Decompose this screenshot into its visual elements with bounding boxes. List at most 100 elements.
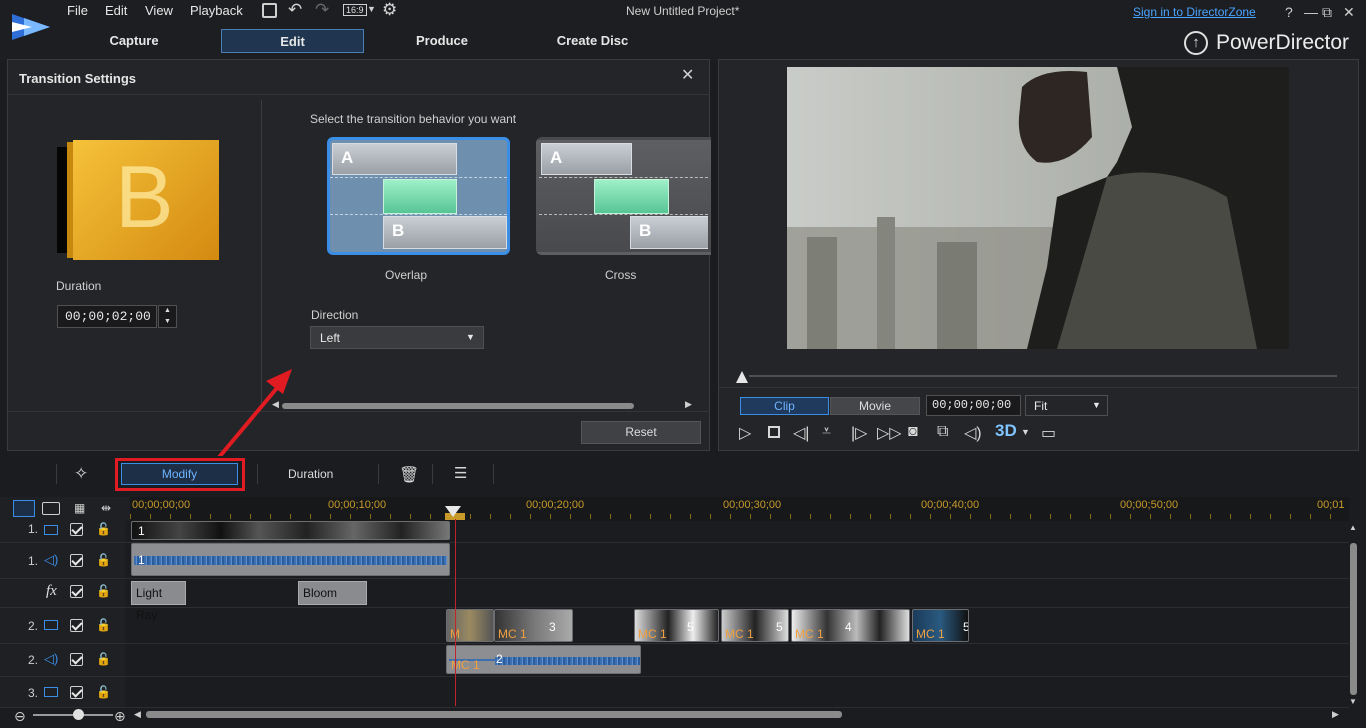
tab-edit[interactable]: Edit bbox=[221, 29, 364, 53]
scroll-down-icon[interactable]: ▼ bbox=[1349, 697, 1357, 706]
stop-icon[interactable] bbox=[768, 426, 780, 438]
unlock-icon[interactable]: 🔓 bbox=[96, 522, 111, 536]
fx-clip-light-ray[interactable]: Light Ray bbox=[131, 581, 186, 622]
modify-button[interactable]: Modify bbox=[121, 463, 238, 485]
split-icon[interactable]: ⩡ bbox=[822, 423, 831, 441]
play-icon[interactable]: ▷ bbox=[739, 423, 751, 443]
mc-clip[interactable]: MC 1 4 bbox=[791, 609, 910, 642]
menu-file[interactable]: File bbox=[67, 3, 88, 18]
direction-select[interactable]: Left ▼ bbox=[310, 326, 484, 349]
chevron-down-icon[interactable]: ▼ bbox=[367, 4, 376, 14]
fast-forward-icon[interactable]: ▷▷ bbox=[877, 423, 902, 443]
track-enable-checkbox[interactable] bbox=[70, 523, 83, 536]
snapshot-camera-icon[interactable]: ◙ bbox=[908, 423, 918, 441]
track-enable-checkbox[interactable] bbox=[70, 585, 83, 598]
duration-input[interactable]: 00;00;02;00 bbox=[57, 305, 157, 328]
trash-icon[interactable]: 🗑 bbox=[399, 465, 419, 485]
track-enable-checkbox[interactable] bbox=[70, 653, 83, 666]
track-enable-checkbox[interactable] bbox=[70, 554, 83, 567]
tab-capture[interactable]: Capture bbox=[94, 29, 174, 53]
track-manager-icon[interactable]: ▦ bbox=[74, 501, 85, 515]
aspect-ratio-button[interactable]: 16:9 bbox=[343, 4, 367, 16]
duration-stepper[interactable]: ▲ ▼ bbox=[158, 305, 177, 328]
track-enable-checkbox[interactable] bbox=[70, 619, 83, 632]
horizontal-scrollbar[interactable]: ◀ ▶ bbox=[270, 399, 697, 411]
playhead-handle[interactable] bbox=[445, 506, 461, 517]
zoom-select[interactable]: Fit ▼ bbox=[1025, 395, 1108, 416]
close-icon[interactable]: ✕ bbox=[681, 65, 694, 85]
cross-label: Cross bbox=[605, 268, 637, 282]
volume-icon[interactable]: ◁) bbox=[964, 423, 982, 443]
chevron-down-icon[interactable]: ▼ bbox=[1021, 427, 1030, 437]
scroll-thumb[interactable] bbox=[282, 403, 634, 409]
app-logo-icon[interactable] bbox=[12, 14, 50, 40]
scroll-left-icon[interactable]: ◀ bbox=[134, 709, 141, 720]
mc-clip-first[interactable]: M bbox=[446, 609, 494, 642]
scroll-right-icon[interactable]: ▶ bbox=[1332, 709, 1339, 720]
playback-slider-handle[interactable] bbox=[736, 371, 748, 383]
redo-icon[interactable]: ↷ bbox=[315, 0, 329, 20]
previous-frame-icon[interactable]: ◁| bbox=[793, 423, 809, 443]
zoom-in-icon[interactable]: ⊕ bbox=[114, 708, 126, 725]
video-clip[interactable]: 1 bbox=[131, 521, 450, 540]
menu-list-icon[interactable]: ☰ bbox=[454, 464, 467, 482]
menu-playback[interactable]: Playback bbox=[190, 3, 243, 18]
duration-button[interactable]: Duration bbox=[288, 467, 333, 481]
undock-icon[interactable]: ⧉ bbox=[937, 423, 948, 441]
mc-clip[interactable]: MC 1 3 bbox=[494, 609, 573, 642]
threed-toggle[interactable]: 3D bbox=[995, 421, 1017, 441]
mc-clip[interactable]: MC 1 5 bbox=[721, 609, 789, 642]
unlock-icon[interactable]: 🔓 bbox=[96, 553, 111, 567]
timecode-display[interactable]: 00;00;00;00 bbox=[926, 395, 1021, 416]
scroll-right-icon[interactable]: ▶ bbox=[685, 399, 692, 410]
timeline-toolbar: ✧ Modify Duration 🗑 ☰ bbox=[0, 456, 1366, 496]
playback-slider-track[interactable] bbox=[749, 375, 1337, 377]
undo-icon[interactable]: ↶ bbox=[288, 0, 302, 20]
tab-produce[interactable]: Produce bbox=[382, 29, 502, 53]
scroll-thumb[interactable] bbox=[146, 711, 842, 718]
movie-tab[interactable]: Movie bbox=[830, 397, 920, 415]
audio-clip[interactable]: 1 bbox=[131, 543, 450, 576]
zoom-out-icon[interactable]: ⊖ bbox=[14, 708, 26, 725]
save-icon[interactable] bbox=[262, 3, 277, 18]
scroll-left-icon[interactable]: ◀ bbox=[272, 399, 279, 410]
mc-clip[interactable]: MC 1 5 bbox=[912, 609, 969, 642]
cross-mix-bar bbox=[594, 179, 669, 214]
magic-tools-icon[interactable]: ✧ bbox=[74, 464, 88, 484]
storyboard-view-icon[interactable] bbox=[42, 502, 60, 515]
menu-edit[interactable]: Edit bbox=[105, 3, 127, 18]
help-icon[interactable]: ? bbox=[1285, 4, 1293, 20]
reset-button[interactable]: Reset bbox=[581, 421, 701, 444]
unlock-icon[interactable]: 🔓 bbox=[96, 652, 111, 666]
sign-in-link[interactable]: Sign in to DirectorZone bbox=[1133, 5, 1256, 19]
scroll-up-icon[interactable]: ▲ bbox=[1349, 523, 1357, 532]
timeline-view-icon[interactable] bbox=[13, 500, 35, 517]
cross-option[interactable]: A B bbox=[536, 137, 711, 255]
minimize-icon[interactable]: — bbox=[1304, 4, 1318, 20]
fit-timeline-icon[interactable]: ⇹ bbox=[101, 501, 111, 515]
audio-clip[interactable]: MC 1 2 bbox=[446, 645, 641, 674]
timeline-ruler[interactable]: 00;00;00;00 00;00;10;00 00;00;20;00 00;0… bbox=[130, 497, 1349, 521]
restore-icon[interactable]: ⧉ bbox=[1322, 4, 1332, 21]
mc-clip[interactable]: MC 1 5 bbox=[634, 609, 719, 642]
next-frame-icon[interactable]: |▷ bbox=[851, 423, 867, 443]
settings-gear-icon[interactable]: ⚙ bbox=[382, 0, 397, 20]
overlap-option[interactable]: A B bbox=[327, 137, 510, 255]
audio-waveform bbox=[134, 556, 447, 565]
vertical-scrollbar[interactable]: ▲ ▼ bbox=[1348, 521, 1359, 707]
display-output-icon[interactable]: ▭ bbox=[1041, 423, 1056, 443]
unlock-icon[interactable]: 🔓 bbox=[96, 685, 111, 699]
tab-create-disc[interactable]: Create Disc bbox=[540, 29, 645, 53]
unlock-icon[interactable]: 🔓 bbox=[96, 618, 111, 632]
zoom-slider-handle[interactable] bbox=[73, 709, 84, 720]
unlock-icon[interactable]: 🔓 bbox=[96, 584, 111, 598]
fx-clip-bloom[interactable]: Bloom bbox=[298, 581, 367, 605]
timeline-horizontal-scrollbar[interactable]: ◀ ▶ bbox=[132, 709, 1344, 720]
clip-tab[interactable]: Clip bbox=[740, 397, 829, 415]
track-audio-2: 2. ◁) 🔓 MC 1 2 bbox=[0, 644, 1349, 677]
scroll-thumb[interactable] bbox=[1350, 543, 1357, 695]
track-enable-checkbox[interactable] bbox=[70, 686, 83, 699]
close-window-icon[interactable]: ✕ bbox=[1343, 4, 1355, 21]
menu-view[interactable]: View bbox=[145, 3, 173, 18]
overlap-mix-bar bbox=[383, 179, 457, 214]
